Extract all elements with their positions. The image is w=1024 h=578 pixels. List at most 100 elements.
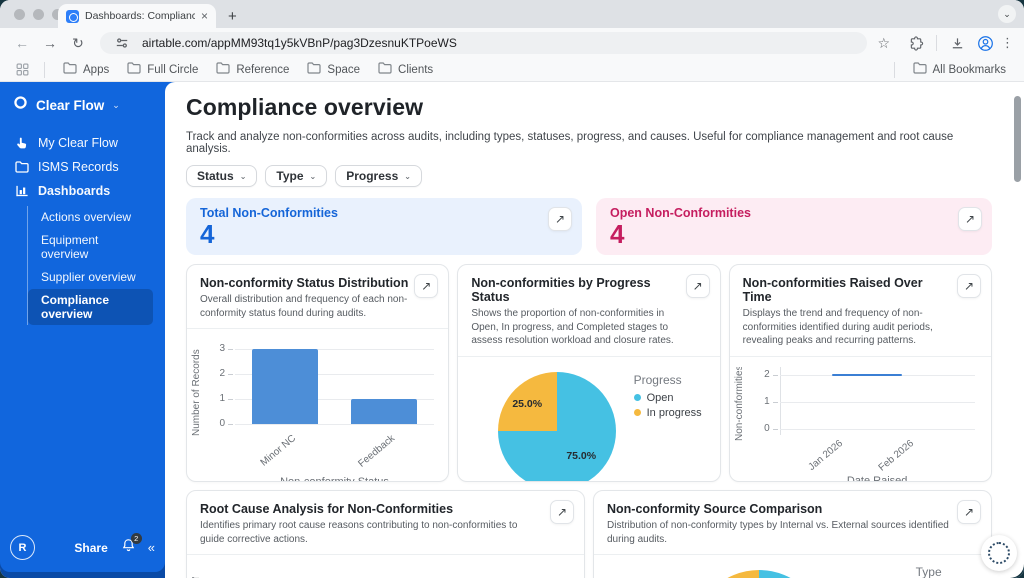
content-wrap: Compliance overview Track and analyze no… <box>165 82 1024 578</box>
y-axis-title: Non-conformities <box>734 367 745 441</box>
bookmark-star-icon[interactable]: ☆ <box>877 35 890 52</box>
bar-Minor NC <box>252 349 318 424</box>
stat-label: Open Non-Conformities <box>610 206 978 220</box>
site-settings-icon[interactable] <box>110 36 134 50</box>
chart-pie: 75.0%25.0%ProgressOpenIn progress <box>458 357 719 482</box>
y-tick-label: 1 <box>744 396 770 407</box>
share-button[interactable]: Share <box>74 541 107 555</box>
notifications-button[interactable]: 2 <box>121 538 136 558</box>
expand-chart-button[interactable]: ↗ <box>957 500 981 524</box>
folder-icon <box>913 62 927 77</box>
profile-icon[interactable] <box>973 35 997 52</box>
url-bar[interactable]: airtable.com/appMM93tq1y5kVBnP/pag3Dzesn… <box>100 32 867 54</box>
filter-status-dropdown[interactable]: Status⌄ <box>186 165 257 187</box>
chart-bar: 3210Minor NCFeedbackNumber of RecordsNon… <box>187 329 448 481</box>
axis-tick <box>773 429 778 430</box>
all-bookmarks-button[interactable]: All Bookmarks <box>905 60 1015 80</box>
bookmark-label: Clients <box>398 64 433 76</box>
expand-stat-button[interactable]: ↗ <box>958 207 982 231</box>
sidebar-subitem-equipment-overview[interactable]: Equipment overview <box>28 229 153 265</box>
expand-chart-button[interactable]: ↗ <box>414 274 438 298</box>
url-text: airtable.com/appMM93tq1y5kVBnP/pag3Dzesn… <box>142 36 457 50</box>
bookmark-label: Space <box>327 64 360 76</box>
expand-stat-button[interactable]: ↗ <box>548 207 572 231</box>
forward-icon[interactable]: → <box>38 35 62 51</box>
sidebar-subitem-compliance-overview[interactable]: Compliance overview <box>28 289 153 325</box>
folder-icon <box>378 62 392 77</box>
axis-tick <box>773 375 778 376</box>
browser-toolbar: ← → ↻ airtable.com/appMM93tq1y5kVBnP/pag… <box>0 28 1024 58</box>
bookmark-folder-reference[interactable]: Reference <box>208 60 297 80</box>
close-window-icon[interactable] <box>14 9 25 20</box>
chart-donut: 75.0%25.0%TypeInternalExternal <box>594 555 991 578</box>
bookmark-label: Full Circle <box>147 64 198 76</box>
extensions-icon[interactable] <box>904 36 928 51</box>
browser-menu-icon[interactable]: ⋮ <box>1001 35 1014 51</box>
chevron-down-icon: ⌄ <box>310 172 317 181</box>
sidebar-subitem-supplier-overview[interactable]: Supplier overview <box>28 266 153 288</box>
close-tab-icon[interactable]: × <box>201 9 208 23</box>
browser-tab[interactable]: Dashboards: Compliance ove × <box>58 4 216 28</box>
sidebar-item-dashboards[interactable]: Dashboards <box>0 179 165 203</box>
minimize-window-icon[interactable] <box>33 9 44 20</box>
filter-label: Type <box>276 169 303 183</box>
axis-tick <box>228 374 233 375</box>
legend-title: Type <box>916 565 969 578</box>
collapse-sidebar-icon[interactable]: « <box>148 540 155 555</box>
stat-value: 4 <box>610 220 978 248</box>
sidebar-subitem-actions-overview[interactable]: Actions overview <box>28 206 153 228</box>
chart-bar: 10.5Number of Non-Conformities <box>187 555 584 578</box>
chart-title: Root Cause Analysis for Non-Conformities <box>200 502 544 516</box>
expand-chart-button[interactable]: ↗ <box>550 500 574 524</box>
legend-item-open[interactable]: Open <box>634 392 702 404</box>
download-icon[interactable] <box>945 36 969 51</box>
sidebar-item-isms-records[interactable]: ISMS Records <box>0 155 165 179</box>
scrollbar-thumb[interactable] <box>1014 96 1021 182</box>
bookmark-folder-space[interactable]: Space <box>299 60 368 80</box>
traffic-lights <box>14 9 63 20</box>
apps-grid-icon[interactable] <box>10 63 34 76</box>
chart-title: Non-conformities by Progress Status <box>471 276 679 304</box>
workspace-switcher[interactable]: Clear Flow ⌄ <box>0 82 165 125</box>
y-tick-label: 3 <box>199 343 225 354</box>
chevron-down-icon: ⌄ <box>240 172 247 181</box>
chart-description: Displays the trend and frequency of non-… <box>743 307 951 348</box>
bookmarks-divider <box>44 62 45 78</box>
reload-icon[interactable]: ↻ <box>66 35 90 52</box>
folder-icon <box>63 62 77 77</box>
user-avatar[interactable]: R <box>10 535 35 560</box>
all-bookmarks-label: All Bookmarks <box>933 64 1007 76</box>
new-tab-button[interactable]: + <box>228 9 237 24</box>
dashboard-page: Compliance overview Track and analyze no… <box>165 82 1024 578</box>
tab-search-button[interactable]: ⌄ <box>998 5 1016 23</box>
bar-Feedback <box>351 399 417 424</box>
filter-progress-dropdown[interactable]: Progress⌄ <box>335 165 422 187</box>
folder-icon <box>127 62 141 77</box>
bookmarks-bar: Apps Full Circle Reference Space Clients All… <box>0 58 1024 82</box>
data-line <box>832 374 902 377</box>
legend-item-in-progress[interactable]: In progress <box>634 407 702 419</box>
chevron-down-icon: ⌄ <box>404 172 411 181</box>
hand-pointer-icon <box>14 136 29 150</box>
expand-chart-button[interactable]: ↗ <box>957 274 981 298</box>
chart-title: Non-conformities Raised Over Time <box>743 276 951 304</box>
browser-window: Dashboards: Compliance ove × + ⌄ ← → ↻ a… <box>0 0 1024 578</box>
bookmark-folder-clients[interactable]: Clients <box>370 60 441 80</box>
legend-dot <box>634 394 641 401</box>
bookmark-folder-apps[interactable]: Apps <box>55 60 117 80</box>
notification-badge: 2 <box>131 533 142 544</box>
filter-type-dropdown[interactable]: Type ⌄ <box>265 165 327 187</box>
back-icon[interactable]: ← <box>10 35 34 51</box>
chart-title: Non-conformity Status Distribution <box>200 276 408 290</box>
chart-description: Overall distribution and frequency of ea… <box>200 293 408 320</box>
workspace-logo-icon <box>13 95 28 115</box>
sidebar-footer: R Share 2 « <box>10 535 155 560</box>
bookmark-folder-full-circle[interactable]: Full Circle <box>119 60 206 80</box>
chart-title: Non-conformity Source Comparison <box>607 502 951 516</box>
sidebar-item-my-clear-flow[interactable]: My Clear Flow <box>0 131 165 155</box>
expand-chart-button[interactable]: ↗ <box>686 274 710 298</box>
x-tick-label: Feedback <box>357 433 398 470</box>
axis-tick <box>228 399 233 400</box>
legend-label: Open <box>647 392 674 404</box>
bar-chart-icon <box>14 184 29 198</box>
